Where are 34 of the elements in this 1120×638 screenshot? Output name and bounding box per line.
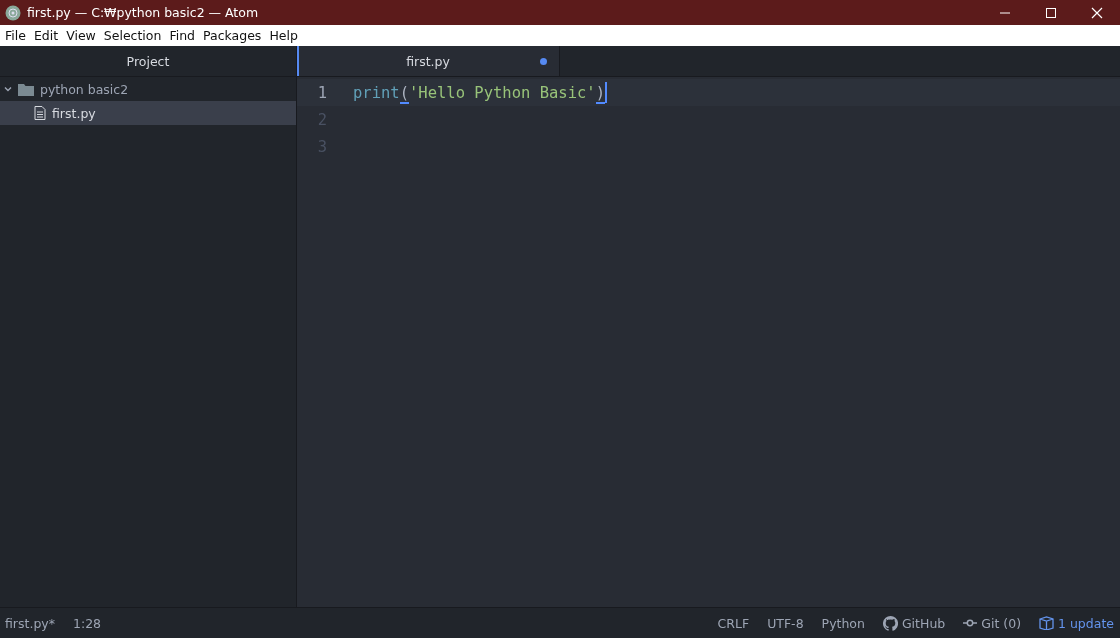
folder-icon <box>18 82 34 96</box>
github-icon <box>882 615 898 631</box>
menu-item[interactable]: View <box>63 28 101 43</box>
update-button[interactable]: 1 update <box>1039 615 1114 631</box>
tree-label: python basic2 <box>40 81 129 97</box>
close-icon[interactable] <box>1091 6 1103 19</box>
line-number: 1 <box>316 83 327 102</box>
chevron-down-icon[interactable] <box>4 85 12 93</box>
tree-label: first.py <box>52 105 96 121</box>
menu-item[interactable]: Selection <box>100 28 167 43</box>
package-icon <box>1039 616 1054 630</box>
status-item[interactable]: UTF-8 <box>767 615 804 631</box>
git-button[interactable]: Git (0) <box>963 615 1021 631</box>
file-name[interactable]: first.py* <box>5 615 55 631</box>
menu-item[interactable]: Packages <box>200 28 267 43</box>
tab-title: first.py <box>406 53 450 69</box>
tree-entry[interactable]: first.py <box>0 101 296 125</box>
window-title: first.py — C:₩python basic2 — Atom <box>27 5 260 20</box>
git-commit-icon <box>963 619 978 627</box>
status-item[interactable]: CRLF <box>717 615 750 631</box>
status-item[interactable]: Python <box>821 615 865 631</box>
editor-tab[interactable]: first.py <box>297 46 560 76</box>
tree-folder[interactable]: python basic2 <box>0 77 296 101</box>
app-logo-icon <box>5 4 21 21</box>
menu-item[interactable]: Find <box>166 28 201 43</box>
cursor-position[interactable]: 1:28 <box>73 615 102 631</box>
panel-title: Project <box>0 46 296 77</box>
menu-item[interactable]: Edit <box>30 28 64 43</box>
menu-item[interactable]: Help <box>266 28 303 43</box>
github-button[interactable]: GitHub <box>882 615 946 631</box>
maximize-icon[interactable] <box>1045 6 1057 19</box>
text-cursor <box>605 82 607 103</box>
file-text-icon <box>34 106 46 120</box>
menu-item[interactable]: File <box>2 28 31 43</box>
